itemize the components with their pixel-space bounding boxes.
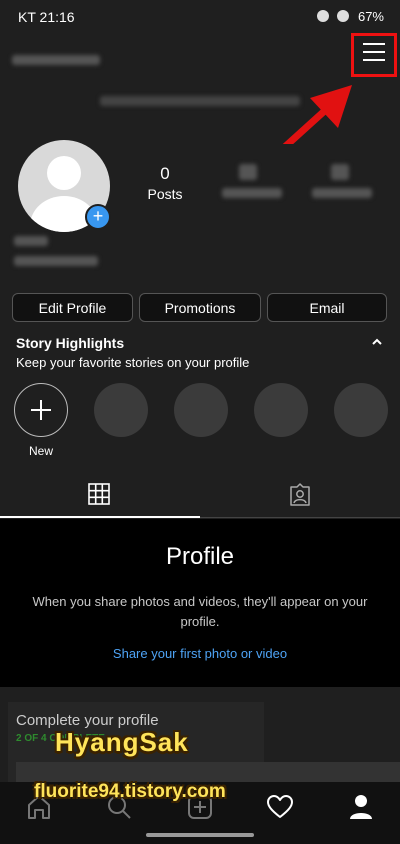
new-highlight-label: New	[28, 444, 53, 458]
highlight-placeholder	[94, 383, 148, 437]
status-time: KT 21:16	[18, 9, 75, 25]
chevron-up-icon[interactable]	[370, 335, 384, 349]
email-button[interactable]: Email	[267, 293, 387, 322]
hamburger-menu-icon[interactable]	[363, 43, 385, 65]
following-label-blurred[interactable]	[312, 188, 372, 198]
highlight-placeholder	[174, 383, 228, 437]
followers-count-blurred[interactable]	[239, 164, 257, 180]
tab-indicator-active	[0, 516, 200, 518]
bio-blurred	[14, 256, 98, 266]
promotions-button[interactable]: Promotions	[139, 293, 261, 322]
display-name-blurred	[14, 236, 48, 246]
followers-label-blurred[interactable]	[222, 188, 282, 198]
username-blurred	[12, 55, 100, 65]
tab-divider	[200, 517, 400, 518]
new-highlight-button[interactable]	[14, 383, 68, 437]
tagged-icon[interactable]	[288, 483, 312, 507]
empty-state-title: Profile	[165, 543, 235, 570]
status-indicators: 67%	[312, 9, 384, 24]
add-story-icon[interactable]: +	[85, 204, 111, 230]
wifi-icon	[337, 10, 350, 22]
signal-icon	[316, 10, 329, 22]
home-indicator	[146, 833, 254, 837]
watermark-name: HyangSak	[55, 727, 189, 757]
heart-icon[interactable]	[265, 792, 295, 822]
edit-profile-button[interactable]: Edit Profile	[12, 293, 133, 322]
battery-level: 67%	[357, 9, 384, 24]
posts-label: Posts	[147, 186, 183, 202]
profile-task-card[interactable]	[232, 762, 400, 782]
highlights-subtitle: Keep your favorite stories on your profi…	[16, 355, 250, 370]
posts-count: 0	[160, 164, 170, 183]
highlight-placeholder	[334, 383, 388, 437]
share-first-photo-link[interactable]: Share your first photo or video	[0, 646, 400, 661]
empty-state-description: When you share photos and videos, they'l…	[32, 594, 368, 629]
watermark-url: fluorite94.tistory.com	[34, 781, 226, 802]
highlight-placeholder	[254, 383, 308, 437]
profile-task-card[interactable]	[16, 762, 264, 782]
profile-icon[interactable]	[346, 792, 376, 822]
following-count-blurred[interactable]	[331, 164, 349, 180]
highlights-title: Story Highlights	[16, 335, 125, 351]
grid-icon[interactable]	[88, 483, 110, 505]
status-bar: KT 21:16 67%	[0, 0, 400, 34]
